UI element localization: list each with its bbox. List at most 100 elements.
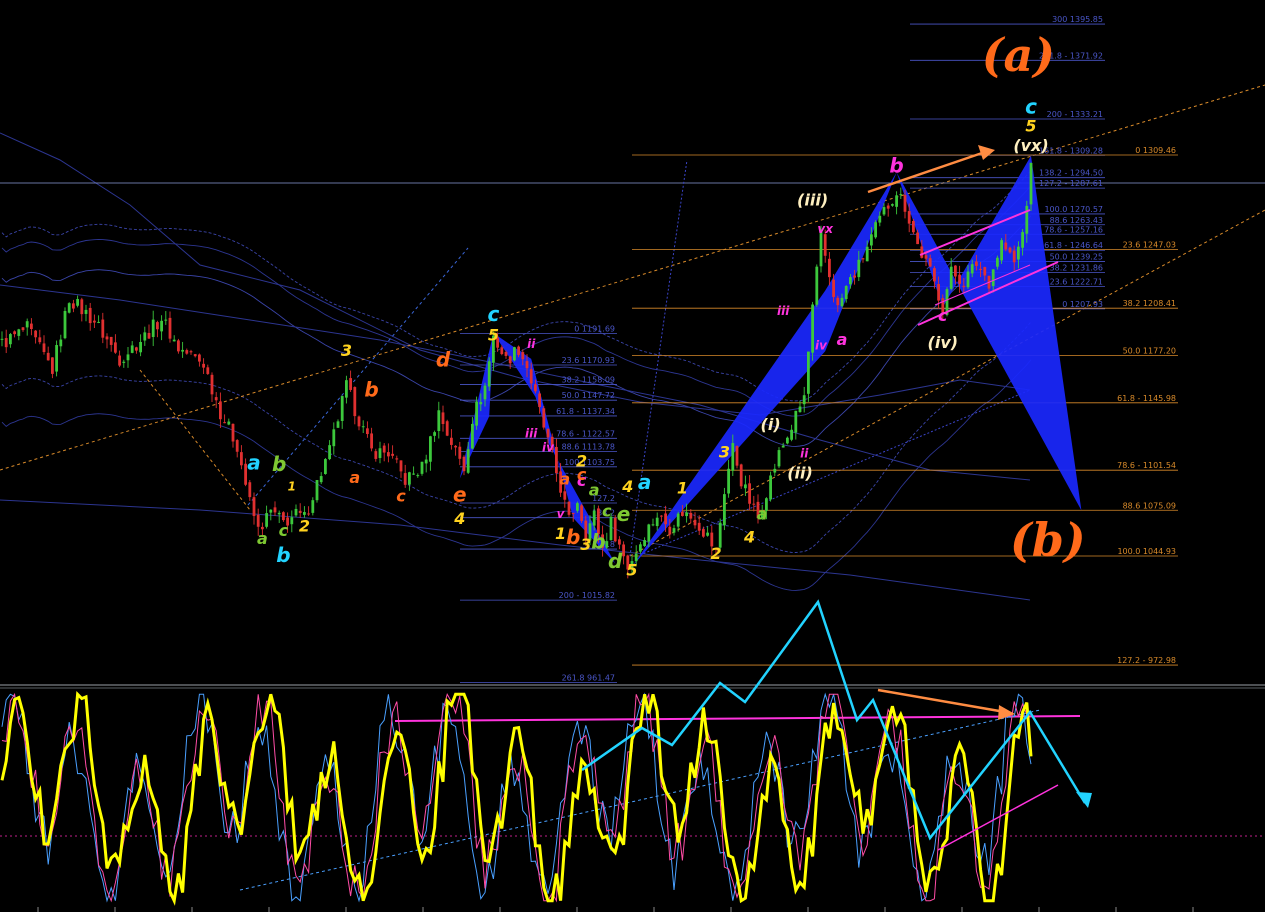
candle-body: [1004, 242, 1008, 250]
candle-body: [185, 350, 189, 354]
wave-label-45: c: [396, 486, 406, 505]
candle-body: [101, 319, 105, 338]
wave-label-20: 2: [710, 544, 721, 563]
candle-body: [412, 473, 415, 475]
candle-body: [387, 452, 390, 457]
wave-label-48: 3: [341, 341, 352, 360]
candle-body: [928, 258, 932, 267]
wave-label-54: 2: [299, 517, 310, 536]
candle-body: [664, 513, 667, 525]
candle-body: [773, 468, 777, 473]
candle-body: [357, 416, 361, 427]
candle-body: [735, 446, 739, 466]
fib-right-blue-label-13: 0 1207.93: [1062, 300, 1103, 309]
wave-label-46: b: [364, 378, 378, 402]
candle-body: [723, 494, 726, 526]
wave-label-11: c: [938, 306, 948, 325]
wave-label-12: (iv): [928, 333, 959, 352]
candle-body: [210, 374, 214, 395]
candle-body: [290, 517, 294, 525]
fib-right-blue-label-4: 138.2 - 1294.50: [1039, 169, 1103, 178]
wave-label-34: 2: [576, 451, 587, 470]
candle-body: [563, 491, 567, 500]
candle-body: [739, 464, 743, 487]
candle-body: [660, 515, 663, 517]
candle-body: [0, 338, 4, 340]
candle-body: [975, 261, 978, 266]
candle-body: [886, 205, 890, 209]
candle-body: [353, 387, 357, 417]
wave-label-17: a: [757, 505, 768, 524]
candle-body: [303, 512, 306, 515]
wave-label-38: iii: [525, 427, 538, 441]
candle-body: [420, 461, 424, 474]
candle-body: [832, 279, 835, 297]
candle-body: [882, 207, 886, 215]
fib-right-orange-label-4: 61.8 - 1145.98: [1117, 394, 1176, 403]
candle-body: [189, 351, 193, 353]
candle-body: [97, 321, 100, 323]
wave-label-55: b: [276, 543, 290, 567]
candle-body: [731, 443, 735, 471]
wave-label-13: (i): [761, 415, 781, 434]
candle-body: [13, 331, 16, 335]
candle-body: [479, 402, 483, 405]
elliott-wave-chart: 0 1191.69 23.6 1170.93 38.2 1158.09 50.0 11…: [0, 0, 1265, 912]
wave-label-44: 4: [453, 509, 465, 528]
candle-body: [571, 512, 575, 514]
candle-body: [912, 220, 915, 233]
candle-body: [219, 401, 222, 420]
fib-right-blue-label-5: 127.2 - 1287.61: [1039, 179, 1103, 188]
candle-body: [223, 422, 226, 424]
candle-body: [769, 475, 772, 500]
wave-label-49: a: [247, 450, 261, 474]
candle-body: [466, 449, 470, 473]
candle-body: [315, 480, 319, 501]
candle-body: [206, 367, 210, 374]
fib-right-blue-label-6: 100.0 1270.57: [1044, 205, 1103, 214]
candle-body: [38, 337, 42, 343]
candle-body: [395, 458, 399, 460]
candle-body: [336, 421, 340, 428]
candle-body: [370, 433, 373, 449]
candle-body: [21, 327, 25, 331]
candle-body: [282, 512, 285, 521]
candle-body: [441, 412, 445, 425]
candle-body: [697, 522, 701, 531]
candle-body: [744, 484, 747, 489]
candle-body: [88, 307, 92, 324]
candle-body: [958, 274, 961, 284]
candle-body: [1017, 246, 1020, 260]
candle-body: [361, 426, 365, 428]
fib-left-label-3: 50.0 1147.72: [562, 391, 615, 400]
candle-body: [643, 540, 646, 546]
fib-left-label-4: 61.8 - 1137.34: [556, 407, 615, 416]
candle-body: [798, 406, 802, 413]
wave-label-9: iv: [815, 339, 828, 353]
candle-body: [9, 334, 12, 345]
candle-body: [878, 215, 882, 223]
wave-label-51: 1: [288, 480, 296, 494]
candle-body: [576, 503, 579, 511]
candle-body: [114, 342, 117, 353]
fib-right-blue-label-8: 78.6 - 1257.16: [1044, 225, 1103, 234]
wave-label-22: 5: [626, 561, 637, 580]
candle-body: [63, 310, 67, 339]
candle-body: [534, 384, 537, 392]
candle-body: [907, 211, 911, 224]
wave-label-10: a: [837, 330, 848, 349]
candle-body: [235, 440, 239, 452]
candle-body: [920, 246, 924, 258]
wave-label-4: (vx): [1013, 136, 1048, 155]
fib-right-blue-label-9: 61.8 - 1246.64: [1044, 241, 1103, 250]
candle-body: [475, 401, 478, 426]
candle-body: [525, 361, 529, 369]
candle-body: [307, 513, 310, 515]
candle-body: [424, 459, 428, 464]
candle-body: [752, 503, 756, 505]
candle-body: [970, 264, 974, 274]
candle-body: [130, 345, 134, 353]
candle-body: [807, 351, 810, 394]
candle-body: [118, 355, 121, 366]
wave-label-41: 5: [488, 326, 499, 345]
